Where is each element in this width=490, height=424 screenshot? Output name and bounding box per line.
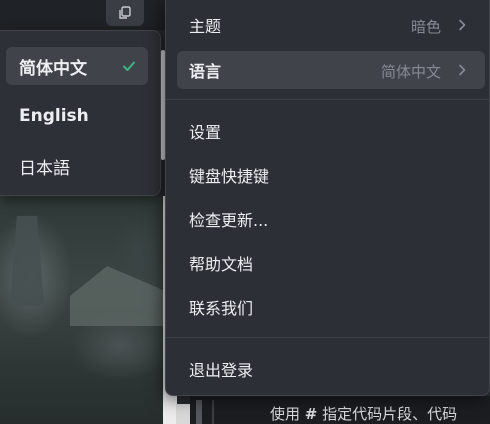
image-roof-shape [70,266,163,326]
menu-item-shortcuts[interactable]: 键盘快捷键 [177,156,485,194]
gutter-marker [196,400,202,424]
language-option-label: English [19,106,89,126]
gutter-line [212,400,214,424]
hint-hash: # [304,405,318,423]
menu-item-label: 主题 [189,17,222,36]
menu-item-check-updates[interactable]: 检查更新... [177,200,485,238]
background-scroll-thumb[interactable] [176,404,190,424]
menu-item-logout[interactable]: 退出登录 [177,350,485,388]
chevron-right-icon [459,64,466,76]
menu-item-label: 检查更新... [189,211,269,230]
menu-item-settings[interactable]: 设置 [177,112,485,150]
menu-item-label: 设置 [189,123,222,142]
menu-item-language[interactable]: 语言 简体中文 [177,51,485,89]
hint-prefix: 使用 [270,405,305,423]
menu-item-label: 帮助文档 [189,255,254,274]
language-option-en[interactable]: English [6,97,148,135]
menu-item-label: 退出登录 [189,361,254,380]
menu-item-label: 联系我们 [189,299,254,318]
copy-icon [119,6,131,19]
menu-item-label: 键盘快捷键 [189,167,270,186]
background-toolbar [0,0,175,30]
menu-item-contact-us[interactable]: 联系我们 [177,288,485,326]
theme-value: 暗色 [410,18,441,36]
language-submenu: 简体中文 English 日本語 [0,30,161,196]
language-value: 简体中文 [380,63,441,81]
check-icon [123,61,135,71]
language-option-ja[interactable]: 日本語 [6,147,148,185]
menu-item-label: 语言 [189,62,222,81]
copy-button[interactable] [106,0,144,26]
background-image [0,196,163,424]
user-dropdown-menu: 主题 暗色 语言 简体中文 设置 键盘快捷键 检查更新... 帮助文档 联系我们… [165,0,490,396]
language-option-zh-cn[interactable]: 简体中文 [6,47,148,85]
language-option-label: 简体中文 [19,58,87,79]
menu-item-help-docs[interactable]: 帮助文档 [177,244,485,282]
menu-divider [166,99,489,100]
editor-hint-text: 使用 # 指定代码片段、代码 [270,403,457,424]
hint-rest: 指定代码片段、代码 [317,405,458,423]
menu-item-theme[interactable]: 主题 暗色 [177,6,485,44]
menu-divider [166,337,489,338]
chevron-right-icon [459,19,466,31]
image-tower-shape [10,216,44,306]
language-option-label: 日本語 [19,158,70,179]
